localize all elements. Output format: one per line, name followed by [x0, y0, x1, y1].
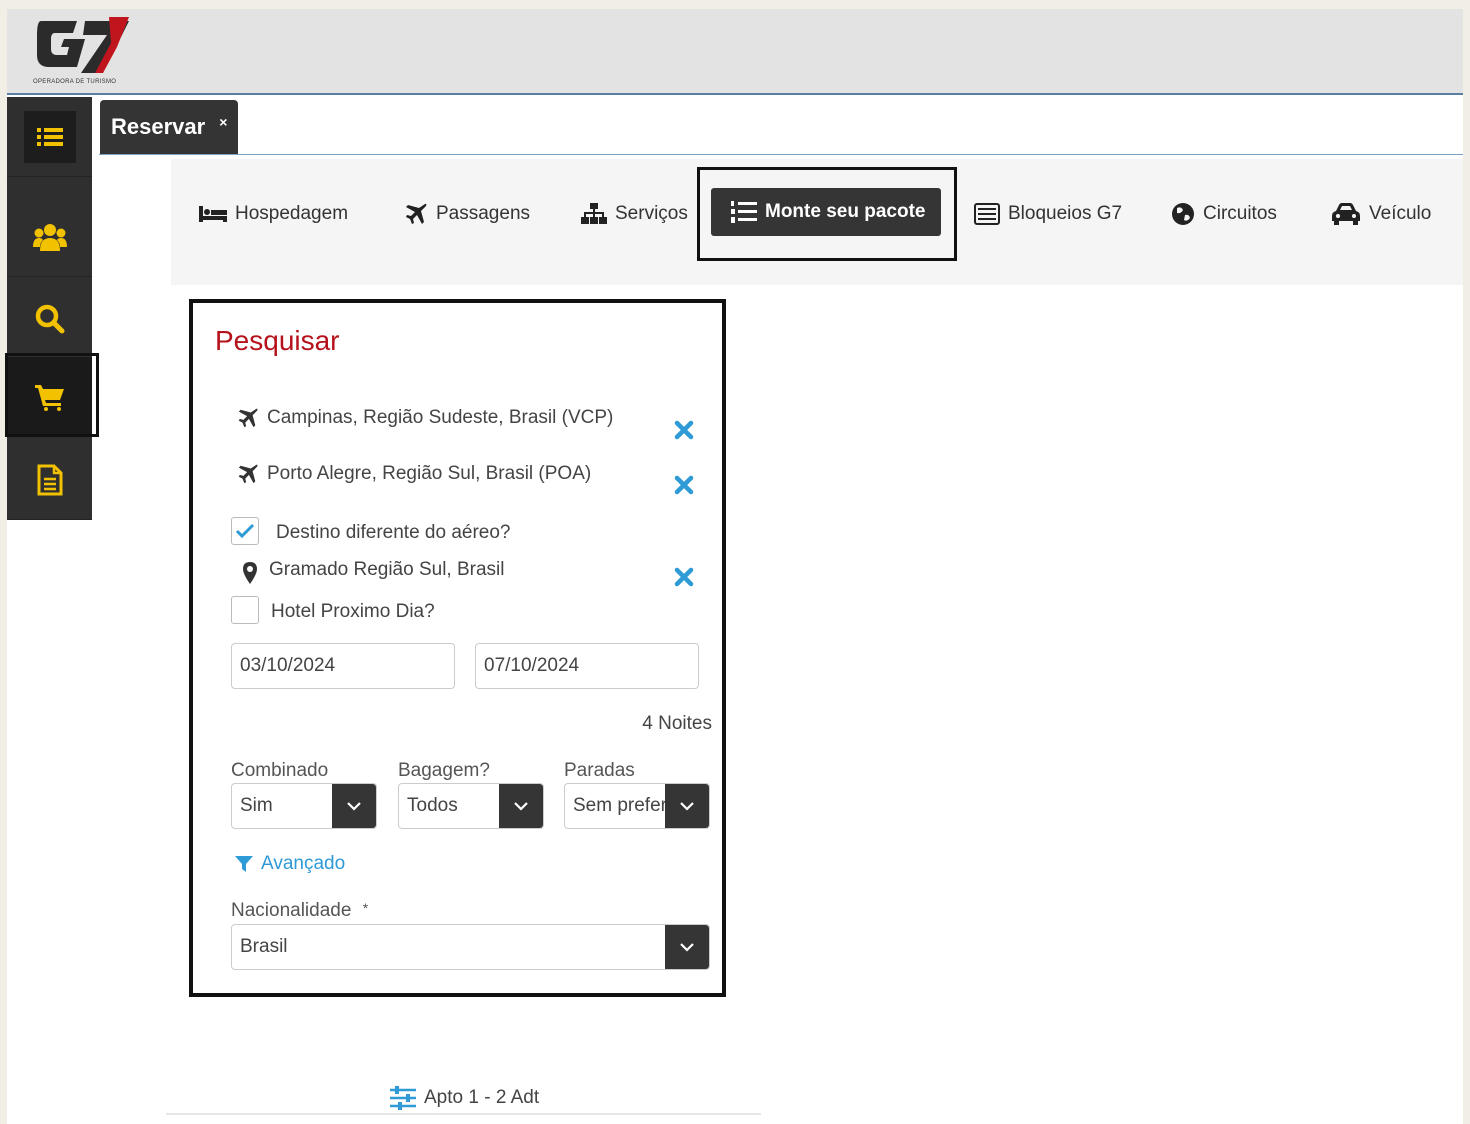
nav-hospedagem[interactable]: Hospedagem	[199, 197, 348, 231]
hotel-destination-value: Gramado Região Sul, Brasil	[269, 559, 505, 580]
nav-label: Veículo	[1369, 203, 1432, 224]
top-bar: OPERADORA DE TURISMO	[7, 9, 1463, 95]
nav-label: Bloqueios G7	[1008, 203, 1123, 224]
hotel-next-day-checkbox[interactable]	[231, 596, 259, 624]
bagagem-dropdown-button[interactable]	[499, 784, 543, 828]
paradas-select[interactable]: Sem preferência	[564, 783, 710, 829]
combinado-select[interactable]: Sim	[231, 783, 377, 829]
globe-icon	[1172, 203, 1194, 225]
nationality-select[interactable]: Brasil	[231, 924, 710, 970]
search-panel: Pesquisar Campinas, Região Sudeste, Bras…	[189, 299, 726, 997]
sitemap-icon	[581, 203, 607, 224]
sliders-icon	[390, 1086, 416, 1110]
destination-value: Porto Alegre, Região Sul, Brasil (POA)	[267, 463, 592, 484]
section-divider	[166, 1113, 761, 1115]
sidebar-item-menu[interactable]	[7, 97, 92, 177]
origin-field[interactable]: Campinas, Região Sudeste, Brasil (VCP)	[237, 407, 613, 429]
g7-logo[interactable]: OPERADORA DE TURISMO	[33, 13, 133, 91]
bed-icon	[199, 206, 227, 222]
checkin-date-input[interactable]: 03/10/2024	[231, 643, 455, 689]
bagagem-label: Bagagem?	[398, 760, 490, 781]
panel-title: Pesquisar	[215, 325, 340, 356]
plane-icon	[406, 203, 427, 224]
advanced-label: Avançado	[261, 853, 346, 874]
rooms-summary-text: Apto 1 - 2 Adt	[424, 1087, 540, 1108]
nav-bloqueios-g7[interactable]: Bloqueios G7	[974, 197, 1122, 231]
sidebar-item-clients[interactable]	[7, 197, 92, 277]
paradas-label: Paradas	[564, 760, 635, 781]
nav-label: Serviços	[615, 203, 688, 224]
sidebar-item-search[interactable]	[7, 279, 92, 359]
map-marker-icon	[243, 562, 257, 584]
rooms-summary-button[interactable]: Apto 1 - 2 Adt	[390, 1086, 539, 1110]
logo-tagline: OPERADORA DE TURISMO	[33, 79, 117, 85]
remove-hotel-destination-icon[interactable]	[673, 566, 695, 588]
tab-bar: Reservar ×	[99, 99, 1463, 155]
nav-servicos[interactable]: Serviços	[581, 197, 688, 231]
menu-toggle[interactable]	[23, 110, 76, 163]
product-nav: Hospedagem Passagens Serviços Monte seu …	[171, 159, 1463, 285]
filter-icon	[235, 856, 253, 872]
bagagem-value: Todos	[407, 795, 458, 816]
nav-veiculo[interactable]: Veículo	[1331, 197, 1431, 231]
combinado-value: Sim	[240, 795, 273, 816]
nationality-label-text: Nacionalidade	[231, 900, 352, 921]
different-destination-label: Destino diferente do aéreo?	[276, 522, 511, 543]
nav-label: Circuitos	[1203, 203, 1277, 224]
advanced-filter-link[interactable]: Avançado	[235, 853, 345, 875]
list-alt-icon	[974, 203, 1000, 225]
tab-label: Reservar	[111, 114, 206, 139]
combinado-dropdown-button[interactable]	[332, 784, 376, 828]
chevron-down-icon	[680, 802, 694, 811]
plane-icon	[238, 464, 258, 484]
nights-count: 4 Noites	[642, 713, 712, 734]
remove-destination-icon[interactable]	[673, 474, 695, 496]
search-icon	[35, 304, 64, 333]
bagagem-select[interactable]: Todos	[398, 783, 544, 829]
chevron-down-icon	[680, 943, 694, 952]
nationality-value: Brasil	[240, 936, 288, 957]
tab-reservar[interactable]: Reservar ×	[100, 100, 238, 154]
active-nav-highlight	[697, 167, 957, 261]
sidebar-item-documents[interactable]	[7, 440, 92, 520]
origin-value: Campinas, Região Sudeste, Brasil (VCP)	[267, 407, 614, 428]
active-item-highlight	[5, 353, 99, 437]
car-icon	[1332, 203, 1360, 225]
nav-label: Passagens	[436, 203, 531, 224]
g7-logo-mark	[37, 17, 129, 73]
list-icon	[36, 127, 63, 146]
document-icon	[37, 464, 62, 495]
chevron-down-icon	[347, 802, 361, 811]
hotel-next-day-label: Hotel Proximo Dia?	[271, 601, 435, 622]
close-tab-button[interactable]: ×	[219, 114, 227, 130]
plane-icon	[238, 408, 258, 428]
app-window: OPERADORA DE TURISMO Reservar × Hospedag…	[5, 9, 1463, 1124]
users-icon	[32, 223, 67, 251]
nationality-label: Nacionalidade *	[231, 900, 368, 922]
nationality-dropdown-button[interactable]	[665, 925, 709, 969]
hotel-destination-field[interactable]: Gramado Região Sul, Brasil	[241, 555, 505, 585]
checkout-date-input[interactable]: 07/10/2024	[475, 643, 699, 689]
remove-origin-icon[interactable]	[673, 419, 695, 441]
paradas-dropdown-button[interactable]	[665, 784, 709, 828]
nav-label: Hospedagem	[235, 203, 349, 224]
nav-circuitos[interactable]: Circuitos	[1171, 197, 1277, 231]
nav-passagens[interactable]: Passagens	[404, 197, 530, 231]
combinado-label: Combinado	[231, 760, 329, 781]
check-icon	[235, 523, 255, 539]
required-marker: *	[362, 900, 369, 916]
sidebar	[5, 97, 99, 520]
chevron-down-icon	[514, 802, 528, 811]
different-destination-checkbox[interactable]	[231, 517, 259, 545]
destination-field[interactable]: Porto Alegre, Região Sul, Brasil (POA)	[237, 463, 591, 485]
